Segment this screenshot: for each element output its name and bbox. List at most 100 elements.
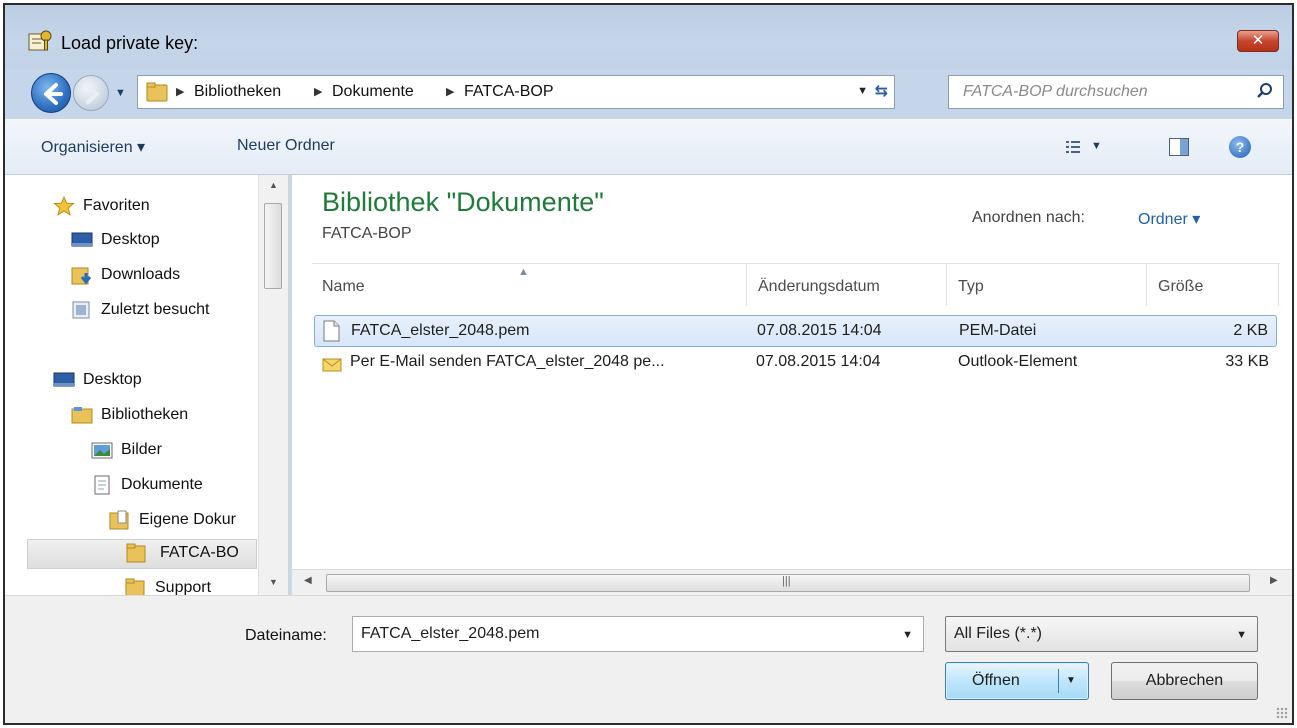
grip-icon: ||| xyxy=(782,575,791,587)
cancel-button[interactable]: Abbrechen xyxy=(1111,662,1258,700)
star-icon xyxy=(53,196,75,216)
open-options-dropdown-icon[interactable]: ▼ xyxy=(1066,675,1076,686)
documents-icon xyxy=(94,475,110,495)
file-list-pane: Bibliothek "Dokumente" FATCA-BOP Anordne… xyxy=(291,175,1292,595)
chevron-down-icon[interactable]: ▼ xyxy=(902,629,913,641)
navigation-bar: ▼ ▶ Bibliotheken ▶ Dokumente ▶ FATCA-BOP… xyxy=(5,69,1292,117)
scroll-down-icon[interactable]: ▼ xyxy=(269,577,278,587)
scroll-left-icon[interactable]: ◀ xyxy=(304,575,312,586)
sidebar-item-eigene-dokumente[interactable]: Eigene Dokur xyxy=(109,507,257,535)
sidebar-item-recent[interactable]: Zuletzt besucht xyxy=(71,297,257,325)
chevron-right-icon[interactable]: ▶ xyxy=(314,85,322,98)
sidebar-item-dokumente[interactable]: Dokumente xyxy=(91,472,257,500)
search-box[interactable]: FATCA-BOP durchsuchen xyxy=(948,75,1284,109)
preview-pane-icon[interactable] xyxy=(1169,138,1189,156)
arrange-by-dropdown[interactable]: Ordner ▾ xyxy=(1138,209,1200,229)
sidebar-item-desktop[interactable]: Desktop xyxy=(53,367,253,395)
scroll-up-icon[interactable]: ▲ xyxy=(269,180,278,190)
close-button[interactable]: ✕ xyxy=(1237,30,1279,52)
file-row-pem[interactable]: FATCA_elster_2048.pem 07.08.2015 14:04 P… xyxy=(314,315,1277,347)
library-title: Bibliothek "Dokumente" xyxy=(322,187,604,217)
navigation-scrollbar[interactable]: ▲ ▼ xyxy=(258,175,288,595)
open-button[interactable]: Öffnen ▼ xyxy=(945,662,1089,700)
file-date: 07.08.2015 14:04 xyxy=(757,322,882,339)
scrollbar-thumb[interactable] xyxy=(264,203,282,289)
column-header-date[interactable]: Änderungsdatum xyxy=(758,278,880,296)
back-button[interactable] xyxy=(31,73,71,113)
chevron-down-icon[interactable]: ▼ xyxy=(1236,629,1247,641)
cancel-button-label: Abbrechen xyxy=(1145,672,1224,689)
horizontal-scrollbar[interactable]: ◀ ||| ▶ xyxy=(292,569,1292,595)
file-date: 07.08.2015 14:04 xyxy=(756,353,881,370)
navigation-pane: Favoriten Desktop Downloads Zuletzt besu… xyxy=(5,175,288,595)
sidebar-item-favoriten[interactable]: Favoriten xyxy=(53,193,253,221)
column-divider[interactable] xyxy=(946,264,947,306)
file-size: 2 KB xyxy=(1233,322,1268,339)
sidebar-item-bilder[interactable]: Bilder xyxy=(91,437,257,465)
view-dropdown-icon[interactable]: ▼ xyxy=(1091,140,1102,152)
organize-button[interactable]: Organisieren ▾ xyxy=(41,137,145,157)
file-row-email[interactable]: Per E-Mail senden FATCA_elster_2048 pe..… xyxy=(314,351,1277,383)
column-divider[interactable] xyxy=(1278,264,1279,306)
title-bar: Load private key: ✕ xyxy=(5,5,1292,69)
view-options-icon[interactable] xyxy=(1065,139,1081,155)
folder-icon xyxy=(146,82,168,102)
address-bar[interactable]: ▶ Bibliotheken ▶ Dokumente ▶ FATCA-BOP ▼… xyxy=(137,75,895,109)
envelope-icon xyxy=(322,358,342,372)
scroll-right-icon[interactable]: ▶ xyxy=(1270,575,1278,586)
file-type: Outlook-Element xyxy=(958,353,1078,370)
arrow-right-icon xyxy=(86,84,101,104)
folder-icon xyxy=(125,578,145,595)
resize-grip-icon[interactable] xyxy=(1276,707,1288,719)
file-size: 33 KB xyxy=(1225,353,1269,370)
filename-combobox[interactable]: FATCA_elster_2048.pem ▼ xyxy=(352,616,924,652)
sidebar-item-label: Favoriten xyxy=(83,197,150,214)
file-name: FATCA_elster_2048.pem xyxy=(351,322,530,339)
chevron-right-icon[interactable]: ▶ xyxy=(446,85,454,98)
column-divider[interactable] xyxy=(746,264,747,306)
split-divider xyxy=(1058,669,1059,693)
sidebar-item-support[interactable]: Support xyxy=(125,575,257,595)
sidebar-item-label: Eigene Dokur xyxy=(139,511,236,528)
pictures-icon xyxy=(91,442,113,459)
breadcrumb-bibliotheken[interactable]: Bibliotheken xyxy=(194,83,281,101)
scrollbar-thumb[interactable]: ||| xyxy=(326,574,1250,592)
breadcrumb-fatca-bop[interactable]: FATCA-BOP xyxy=(464,83,554,101)
sidebar-item-label: Desktop xyxy=(101,231,160,248)
search-icon[interactable] xyxy=(1255,81,1275,101)
sidebar-item-bibliotheken[interactable]: Bibliotheken xyxy=(71,402,257,430)
column-header-type[interactable]: Typ xyxy=(958,278,984,296)
filetype-select[interactable]: All Files (*.*) ▼ xyxy=(945,616,1258,652)
search-input[interactable]: FATCA-BOP durchsuchen xyxy=(963,83,1148,101)
help-icon[interactable]: ? xyxy=(1229,136,1251,158)
forward-button[interactable] xyxy=(73,75,109,111)
sidebar-item-label: Support xyxy=(155,579,212,595)
sidebar-item-desktop-fav[interactable]: Desktop xyxy=(71,227,251,255)
sidebar-item-label: Dokumente xyxy=(121,476,203,493)
sidebar-item-label: Desktop xyxy=(83,371,142,388)
file-name: Per E-Mail senden FATCA_elster_2048 pe..… xyxy=(350,353,665,370)
new-folder-button[interactable]: Neuer Ordner xyxy=(237,137,335,155)
refresh-icon[interactable]: ⇆ xyxy=(875,81,888,101)
column-header-size[interactable]: Größe xyxy=(1158,278,1203,296)
recent-pages-dropdown[interactable]: ▼ xyxy=(115,87,129,99)
open-button-label: Öffnen xyxy=(972,672,1020,689)
filename-input[interactable]: FATCA_elster_2048.pem xyxy=(361,625,539,643)
address-dropdown-icon[interactable]: ▼ xyxy=(857,85,868,97)
sidebar-item-fatca-bop[interactable]: FATCA-BO xyxy=(27,539,257,569)
chevron-right-icon[interactable]: ▶ xyxy=(176,85,184,98)
window-title: Load private key: xyxy=(61,33,199,53)
file-type: PEM-Datei xyxy=(959,322,1037,339)
sidebar-item-label: Bibliotheken xyxy=(101,406,189,423)
key-certificate-icon xyxy=(28,30,52,51)
sidebar-item-downloads[interactable]: Downloads xyxy=(71,262,251,290)
arrange-by-label: Anordnen nach: xyxy=(972,209,1085,226)
breadcrumb-dokumente[interactable]: Dokumente xyxy=(332,83,414,101)
folder-icon xyxy=(126,543,146,563)
column-header-name[interactable]: Name xyxy=(322,278,365,296)
sidebar-item-label: Bilder xyxy=(121,441,162,458)
recent-places-icon xyxy=(72,301,90,319)
arrow-left-icon xyxy=(44,83,63,105)
sidebar-item-label: FATCA-BO xyxy=(160,544,239,561)
column-divider[interactable] xyxy=(1146,264,1147,306)
